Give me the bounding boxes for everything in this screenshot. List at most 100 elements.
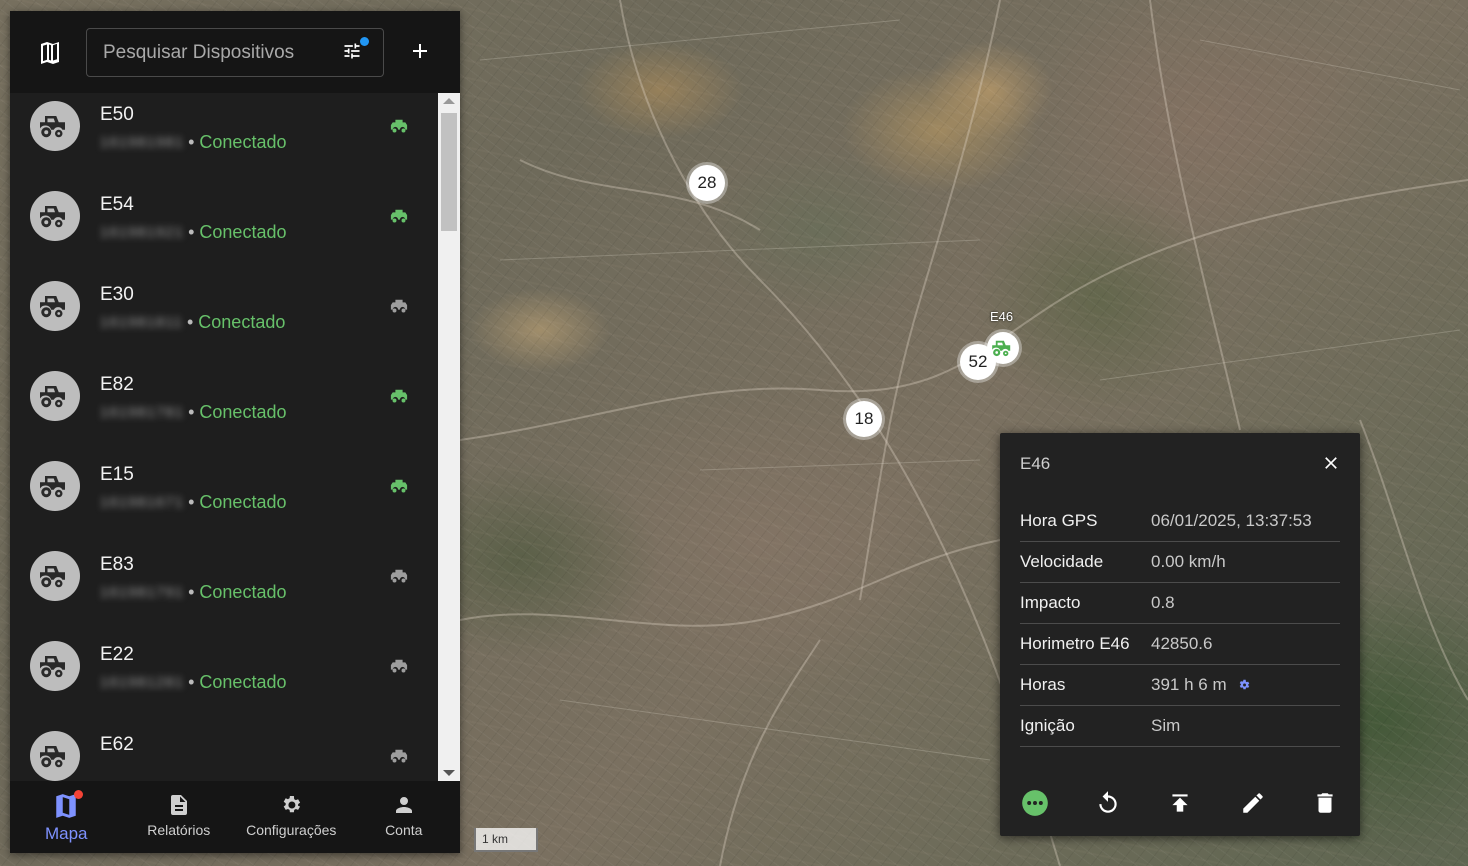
attr-value: Sim bbox=[1151, 716, 1181, 735]
separator-dot: • bbox=[186, 312, 194, 332]
table-row: Horimetro E46 42850.6 bbox=[1020, 624, 1340, 665]
device-identifier: 161981981 bbox=[100, 134, 185, 151]
nav-reports[interactable]: Relatórios bbox=[123, 781, 236, 853]
close-icon[interactable] bbox=[1321, 453, 1341, 473]
cluster-count: 28 bbox=[697, 173, 717, 192]
edit-button[interactable] bbox=[1239, 789, 1267, 817]
device-subtitle: 161981811 • Conectado bbox=[100, 312, 285, 333]
scroll-down-arrow[interactable] bbox=[443, 770, 455, 776]
map-scale: 1 km bbox=[474, 828, 538, 852]
attr-key: Ignição bbox=[1020, 716, 1075, 735]
filter-active-badge bbox=[360, 37, 369, 46]
device-row[interactable]: E22 161981281 • Conectado bbox=[10, 605, 438, 695]
vehicle-marker-label: E46 bbox=[990, 309, 1014, 324]
device-row[interactable]: E30 161981811 • Conectado bbox=[10, 245, 438, 335]
tractor-icon bbox=[30, 191, 80, 241]
sidebar-toolbar bbox=[10, 11, 460, 93]
nav-reports-label: Relatórios bbox=[147, 822, 211, 838]
device-identifier: 161981791 bbox=[100, 584, 185, 601]
separator-dot: • bbox=[188, 132, 195, 152]
device-row[interactable]: E83 161981791 • Conectado bbox=[10, 515, 438, 605]
replay-icon bbox=[1099, 791, 1117, 813]
device-subtitle: 161981281 • Conectado bbox=[100, 672, 286, 693]
device-list[interactable]: E50 161981981 • Conectado E54 161981921 • Conec… bbox=[10, 93, 438, 781]
device-name: E62 bbox=[100, 734, 134, 755]
tractor-icon bbox=[992, 340, 1011, 357]
device-identifier: 161981921 bbox=[100, 224, 185, 241]
popup-actions bbox=[1000, 785, 1360, 821]
device-status: Conectado bbox=[199, 582, 287, 602]
tractor-icon bbox=[30, 371, 80, 421]
nav-account-label: Conta bbox=[385, 822, 423, 838]
upload-icon bbox=[1172, 794, 1188, 812]
settings-icon bbox=[283, 796, 301, 813]
attr-key: Hora GPS bbox=[1020, 511, 1098, 530]
send-command-button[interactable] bbox=[1166, 789, 1194, 817]
map-cluster-18[interactable]: 18 bbox=[846, 401, 882, 437]
vehicle-marker[interactable] bbox=[987, 332, 1019, 364]
vehicle-moving-icon bbox=[388, 117, 410, 135]
delete-button[interactable] bbox=[1311, 789, 1339, 817]
tractor-icon bbox=[30, 641, 80, 691]
nav-settings[interactable]: Configurações bbox=[235, 781, 348, 853]
map-cluster-28[interactable]: 28 bbox=[689, 165, 725, 201]
separator-dot: • bbox=[188, 222, 195, 242]
add-device-button[interactable] bbox=[408, 39, 432, 63]
cluster-count: 18 bbox=[854, 409, 874, 428]
device-name: E54 bbox=[100, 194, 134, 215]
tractor-icon bbox=[30, 731, 80, 781]
device-row[interactable]: E62 bbox=[10, 695, 438, 781]
search-input[interactable] bbox=[87, 41, 317, 64]
device-name: E30 bbox=[100, 284, 134, 305]
tune-icon bbox=[344, 43, 360, 59]
device-status: Conectado bbox=[198, 312, 286, 332]
vehicle-moving-icon bbox=[388, 477, 410, 495]
tractor-icon bbox=[30, 551, 80, 601]
replay-button[interactable] bbox=[1094, 789, 1122, 817]
nav-map[interactable]: Mapa bbox=[10, 781, 123, 853]
attr-value: 06/01/2025, 13:37:53 bbox=[1151, 511, 1312, 530]
scroll-thumb[interactable] bbox=[441, 113, 457, 231]
attr-key: Velocidade bbox=[1020, 552, 1104, 571]
device-subtitle: 161981981 • Conectado bbox=[100, 132, 286, 153]
device-subtitle: 161981671 • Conectado bbox=[100, 492, 286, 513]
table-row: Ignição Sim bbox=[1020, 706, 1340, 747]
person-icon bbox=[395, 797, 412, 813]
nav-account[interactable]: Conta bbox=[348, 781, 461, 853]
device-status: Conectado bbox=[199, 402, 287, 422]
popup-title: E46 bbox=[1020, 454, 1051, 473]
device-row[interactable]: E82 161981781 • Conectado bbox=[10, 335, 438, 425]
device-name: E15 bbox=[100, 464, 134, 485]
device-name: E83 bbox=[100, 554, 134, 575]
filter-button[interactable] bbox=[341, 37, 369, 65]
settings-icon[interactable] bbox=[1237, 678, 1251, 692]
more-icon bbox=[1022, 790, 1048, 816]
table-row: Hora GPS 06/01/2025, 13:37:53 bbox=[1020, 501, 1340, 542]
device-identifier: 161981671 bbox=[100, 494, 185, 511]
device-row[interactable]: E50 161981981 • Conectado bbox=[10, 93, 438, 155]
attr-value: 391 h 6 m bbox=[1151, 675, 1251, 695]
device-subtitle: 161981921 • Conectado bbox=[100, 222, 286, 243]
device-status: Conectado bbox=[199, 132, 287, 152]
map-icon[interactable] bbox=[36, 41, 64, 65]
device-list-scrollbar[interactable] bbox=[438, 93, 460, 781]
search-box bbox=[86, 28, 384, 77]
attr-value: 42850.6 bbox=[1151, 634, 1213, 653]
table-row: Impacto 0.8 bbox=[1020, 583, 1340, 624]
scroll-up-arrow[interactable] bbox=[443, 98, 455, 104]
cluster-count: 52 bbox=[968, 352, 988, 371]
delete-icon bbox=[1317, 793, 1333, 813]
device-identifier: 161981781 bbox=[100, 404, 185, 421]
device-row[interactable]: E15 161981671 • Conectado bbox=[10, 425, 438, 515]
device-subtitle: 161981781 • Conectado bbox=[100, 402, 286, 423]
separator-dot: • bbox=[188, 672, 195, 692]
attr-key: Horimetro E46 bbox=[1020, 634, 1130, 653]
more-button[interactable] bbox=[1021, 789, 1049, 817]
separator-dot: • bbox=[188, 582, 195, 602]
device-status: Conectado bbox=[199, 222, 287, 242]
separator-dot: • bbox=[188, 402, 195, 422]
device-row[interactable]: E54 161981921 • Conectado bbox=[10, 155, 438, 245]
table-row: Horas 391 h 6 m bbox=[1020, 665, 1340, 706]
device-name: E82 bbox=[100, 374, 134, 395]
device-subtitle: 161981791 • Conectado bbox=[100, 582, 286, 603]
